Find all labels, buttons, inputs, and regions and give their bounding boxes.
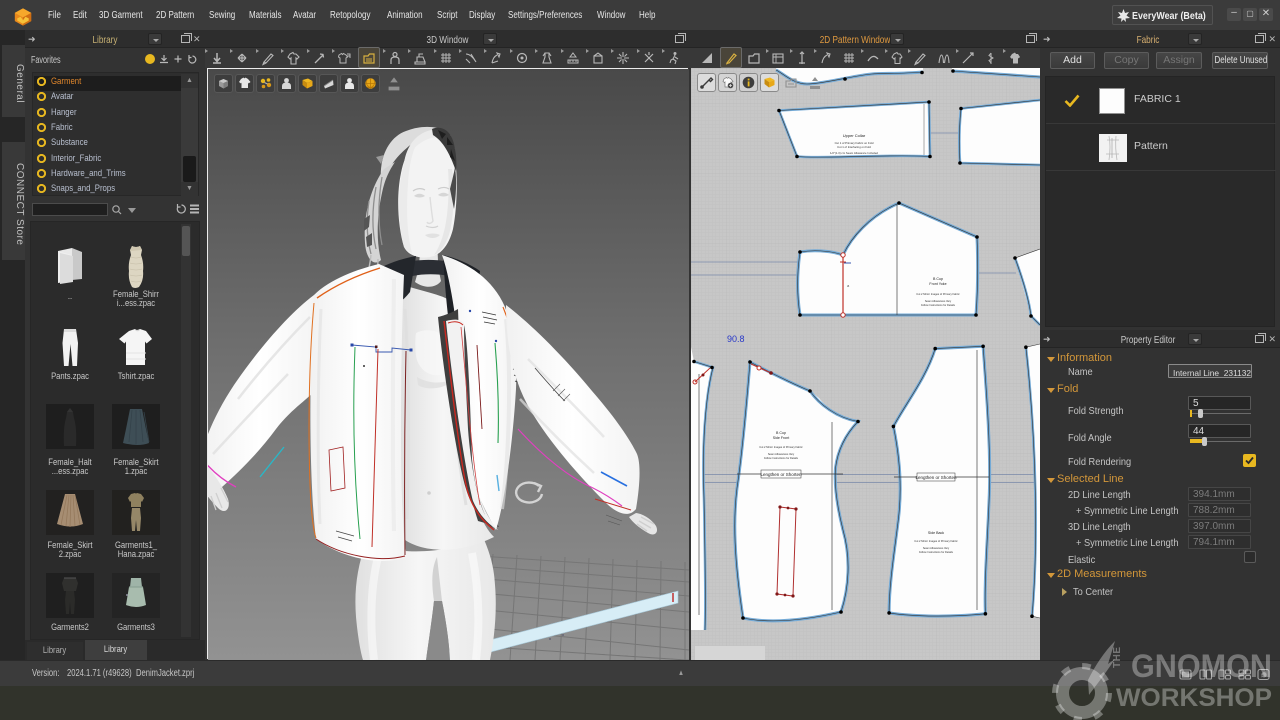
svg-text:B Cup: B Cup <box>776 431 786 435</box>
svg-text:90.8: 90.8 <box>727 334 745 344</box>
svg-text:Follow Instructions for Detail: Follow Instructions for Details <box>921 303 956 307</box>
svg-text:Seam Allowances Vary: Seam Allowances Vary <box>923 546 950 550</box>
svg-text:Cut 2 Mirror Images of Primary: Cut 2 Mirror Images of Primary Fabric <box>759 445 803 449</box>
svg-text:Follow Instructions for Detail: Follow Instructions for Details <box>919 550 954 554</box>
svg-text:Follow Instructions for Detail: Follow Instructions for Details <box>764 456 799 460</box>
svg-text:Side Front: Side Front <box>773 436 790 440</box>
svg-text:Front Yoke: Front Yoke <box>929 282 946 286</box>
svg-text:Side Back: Side Back <box>928 531 944 535</box>
svg-text:Cut 1 of Interfacing on Fold: Cut 1 of Interfacing on Fold <box>837 145 871 149</box>
svg-text:Lengthen or Shorten: Lengthen or Shorten <box>760 472 802 477</box>
svg-text:Seam Allowances Vary: Seam Allowances Vary <box>768 452 795 456</box>
svg-text:Lengthen or Shorten: Lengthen or Shorten <box>915 475 957 480</box>
svg-text:Seam Allowances Vary: Seam Allowances Vary <box>925 299 952 303</box>
svg-text:B Cup: B Cup <box>933 277 943 281</box>
svg-text:1/2"(1.3) cm Seam Allowance In: 1/2"(1.3) cm Seam Allowance Included <box>830 151 878 155</box>
svg-text:Cut 2 Mirror Images of Primary: Cut 2 Mirror Images of Primary Fabric <box>916 292 960 296</box>
svg-text:Upper Collar: Upper Collar <box>843 133 866 138</box>
svg-text:Cut 2 Mirror Images of Primary: Cut 2 Mirror Images of Primary Fabric <box>914 539 958 543</box>
